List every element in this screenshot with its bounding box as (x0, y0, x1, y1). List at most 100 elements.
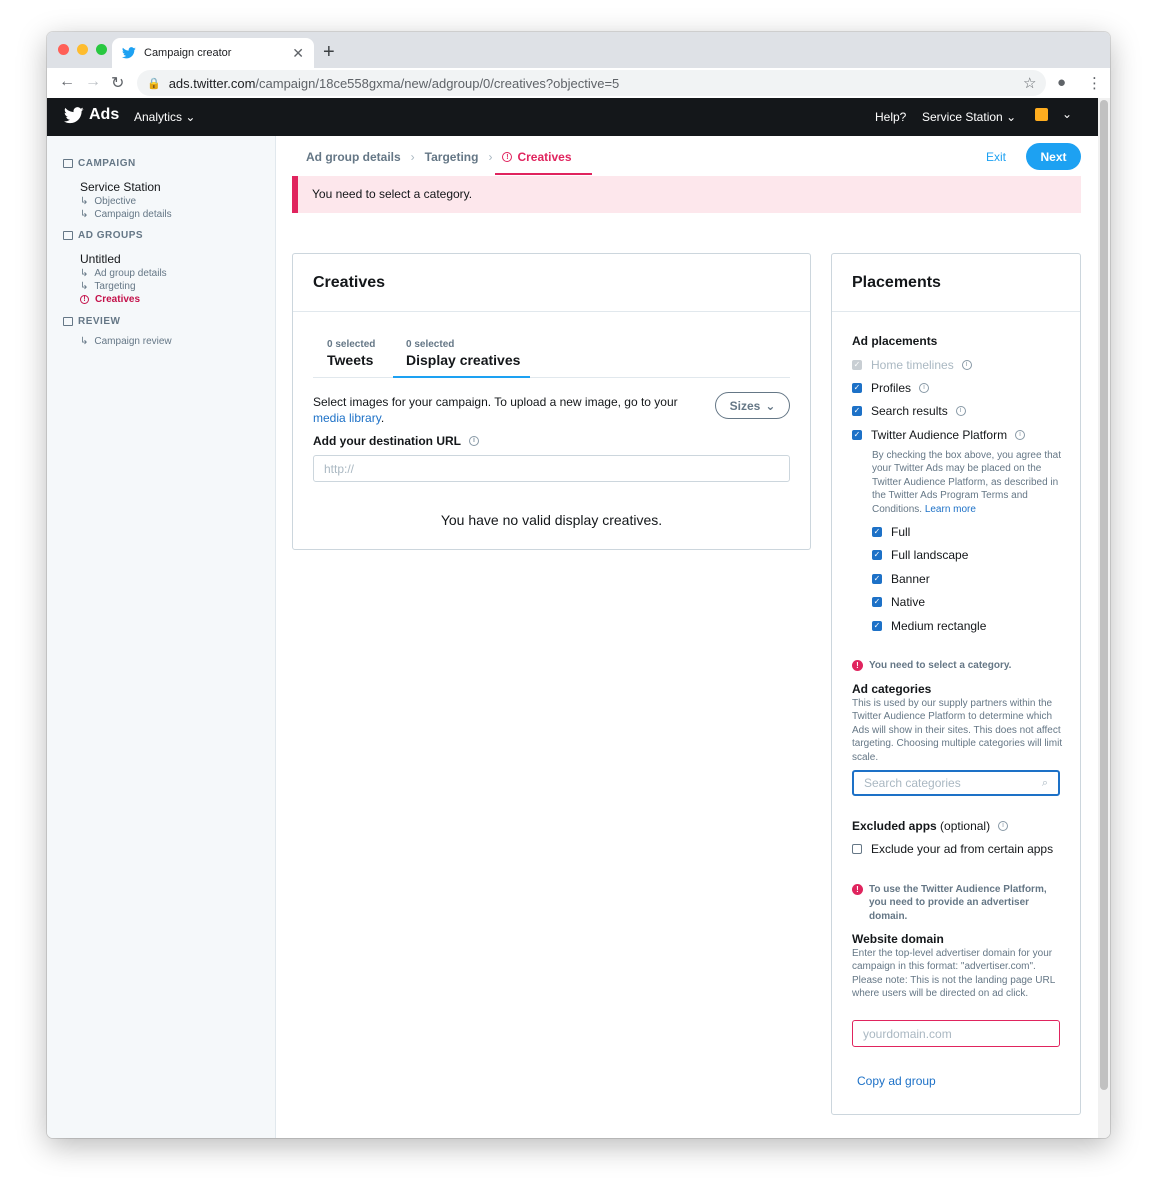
user-menu[interactable]: ⌄ (1035, 107, 1072, 121)
account-menu[interactable]: Service Station ⌄ (922, 110, 1016, 124)
sidebar-item-creatives[interactable]: ! Creatives (80, 294, 140, 305)
info-icon[interactable]: i (1015, 430, 1026, 440)
chevron-down-icon: ⌄ (765, 398, 776, 413)
checkbox-exclude-apps[interactable]: Exclude your ad from certain apps (852, 842, 1053, 856)
checkbox-profiles[interactable]: ✓ Profiles i (852, 381, 930, 395)
address-bar[interactable]: 🔒 ads.twitter.com/campaign/18ce558gxma/n… (137, 70, 1046, 96)
page-scrollbar[interactable] (1098, 98, 1110, 1138)
search-icon: ⌕ (1041, 776, 1048, 789)
error-alert: You need to select a category. (292, 176, 1081, 213)
creatives-instructions: Select images for your campaign. To uplo… (313, 394, 698, 426)
sidebar-section-ad-groups: AD GROUPS (63, 230, 143, 241)
checkbox-checked: ✓ (872, 527, 882, 537)
info-icon[interactable]: i (955, 406, 966, 416)
browser-tab[interactable]: Campaign creator ✕ (112, 38, 314, 68)
breadcrumb-creatives[interactable]: ! Creatives (502, 150, 572, 164)
ad-categories-description: This is used by our supply partners with… (852, 698, 1063, 763)
label-text: Add your destination URL (313, 434, 461, 448)
ads-header: Ads Analytics ⌄ Help? Service Station ⌄ … (47, 98, 1098, 136)
sidebar-item-campaign-review[interactable]: ↳ Campaign review (80, 336, 172, 347)
checkbox-label: Home timelines (871, 358, 954, 372)
checkbox-checked: ✓ (872, 621, 882, 631)
ads-logo[interactable]: Ads (64, 106, 119, 124)
checkbox-disabled: ✓ (852, 360, 862, 370)
close-window-button[interactable] (58, 44, 69, 55)
error-icon: ! (80, 295, 89, 304)
checkbox-native[interactable]: ✓ Native (872, 595, 925, 609)
avatar (1035, 107, 1048, 121)
tab-count: 0 selected (327, 339, 376, 350)
return-arrow-icon: ↳ (80, 209, 89, 220)
sidebar-item-objective[interactable]: ↳ Objective (80, 196, 136, 207)
divider (293, 311, 810, 312)
checkbox-full-landscape[interactable]: ✓ Full landscape (872, 548, 968, 562)
breadcrumb-targeting[interactable]: Targeting (425, 150, 479, 164)
chevron-down-icon: ⌄ (1062, 107, 1073, 121)
checkbox-twitter-audience-platform[interactable]: ✓ Twitter Audience Platform i (852, 428, 1026, 442)
learn-more-link[interactable]: Learn more (925, 504, 976, 515)
sidebar-item-label: Campaign review (94, 336, 172, 347)
info-icon[interactable]: i (919, 383, 930, 393)
info-icon[interactable]: i (961, 360, 972, 370)
menu-kebab-icon[interactable]: ⋮ (1087, 74, 1102, 92)
back-icon[interactable]: ← (59, 73, 75, 91)
search-categories-input[interactable]: Search categories ⌕ (852, 770, 1060, 796)
analytics-menu[interactable]: Analytics ⌄ (134, 110, 195, 124)
sizes-button[interactable]: Sizes ⌄ (715, 392, 790, 419)
reload-icon[interactable]: ↻ (111, 73, 124, 93)
checkbox-checked: ✓ (872, 597, 882, 607)
exit-button[interactable]: Exit (986, 150, 1006, 164)
next-button[interactable]: Next (1026, 143, 1081, 170)
info-icon[interactable]: i (998, 821, 1009, 831)
sidebar-item-label: Creatives (95, 294, 141, 305)
sidebar-adgroup-name[interactable]: Untitled (80, 252, 121, 266)
sidebar-campaign-name[interactable]: Service Station (80, 180, 161, 194)
error-icon: ! (502, 152, 513, 162)
error-text: You need to select a category. (869, 660, 1012, 671)
return-arrow-icon: ↳ (80, 281, 89, 292)
checkbox-checked: ✓ (872, 574, 882, 584)
tab-count: 0 selected (406, 339, 455, 350)
account-label: Service Station (922, 110, 1003, 124)
destination-url-input[interactable]: http:// (313, 455, 790, 482)
close-tab-icon[interactable]: ✕ (292, 45, 304, 62)
info-icon[interactable]: i (469, 436, 479, 446)
scrollbar-thumb[interactable] (1100, 100, 1108, 1090)
chevron-right-icon: › (410, 150, 415, 164)
ad-placements-label: Ad placements (852, 334, 938, 348)
sidebar-item-ad-group-details[interactable]: ↳ Ad group details (80, 268, 167, 279)
return-arrow-icon: ↳ (80, 336, 89, 347)
placements-title: Placements (852, 274, 941, 291)
forward-icon[interactable]: → (85, 73, 101, 91)
help-link[interactable]: Help? (875, 110, 906, 124)
active-step-underline (495, 173, 592, 175)
chevron-down-icon: ⌄ (1006, 110, 1017, 124)
checkbox-checked: ✓ (852, 383, 862, 393)
checkbox-banner[interactable]: ✓ Banner (872, 572, 930, 586)
checkbox-label: Search results (871, 404, 948, 418)
error-icon: ! (852, 884, 863, 895)
sidebar-item-label: Objective (94, 196, 137, 207)
tab-tweets[interactable]: 0 selected Tweets (327, 339, 375, 368)
sidebar-item-campaign-details[interactable]: ↳ Campaign details (80, 209, 172, 220)
media-library-link[interactable]: media library (313, 411, 381, 425)
checkbox-full[interactable]: ✓ Full (872, 525, 910, 539)
empty-state-message: You have no valid display creatives. (440, 512, 663, 528)
checkbox-search-results[interactable]: ✓ Search results i (852, 404, 966, 418)
twitter-logo-icon (64, 106, 84, 123)
tab-display-creatives[interactable]: 0 selected Display creatives (406, 339, 520, 368)
website-domain-input[interactable]: yourdomain.com (852, 1020, 1060, 1047)
breadcrumb-ad-group-details[interactable]: Ad group details (306, 150, 401, 164)
campaign-sidebar: CAMPAIGN Service Station ↳ Objective ↳ Cam… (47, 136, 276, 1138)
minimize-window-button[interactable] (77, 44, 88, 55)
copy-ad-group-link[interactable]: Copy ad group (857, 1074, 936, 1088)
checkbox-medium-rectangle[interactable]: ✓ Medium rectangle (872, 619, 986, 633)
input-placeholder: Search categories (864, 776, 961, 790)
new-tab-icon[interactable]: + (323, 38, 335, 66)
profile-icon[interactable]: ● (1057, 74, 1066, 91)
zoom-window-button[interactable] (96, 44, 107, 55)
checkbox-home-timelines[interactable]: ✓ Home timelines i (852, 358, 972, 372)
tab-strip: Campaign creator ✕ + (47, 32, 1110, 68)
sidebar-item-targeting[interactable]: ↳ Targeting (80, 281, 136, 292)
bookmark-star-icon[interactable]: ☆ (1023, 74, 1036, 92)
